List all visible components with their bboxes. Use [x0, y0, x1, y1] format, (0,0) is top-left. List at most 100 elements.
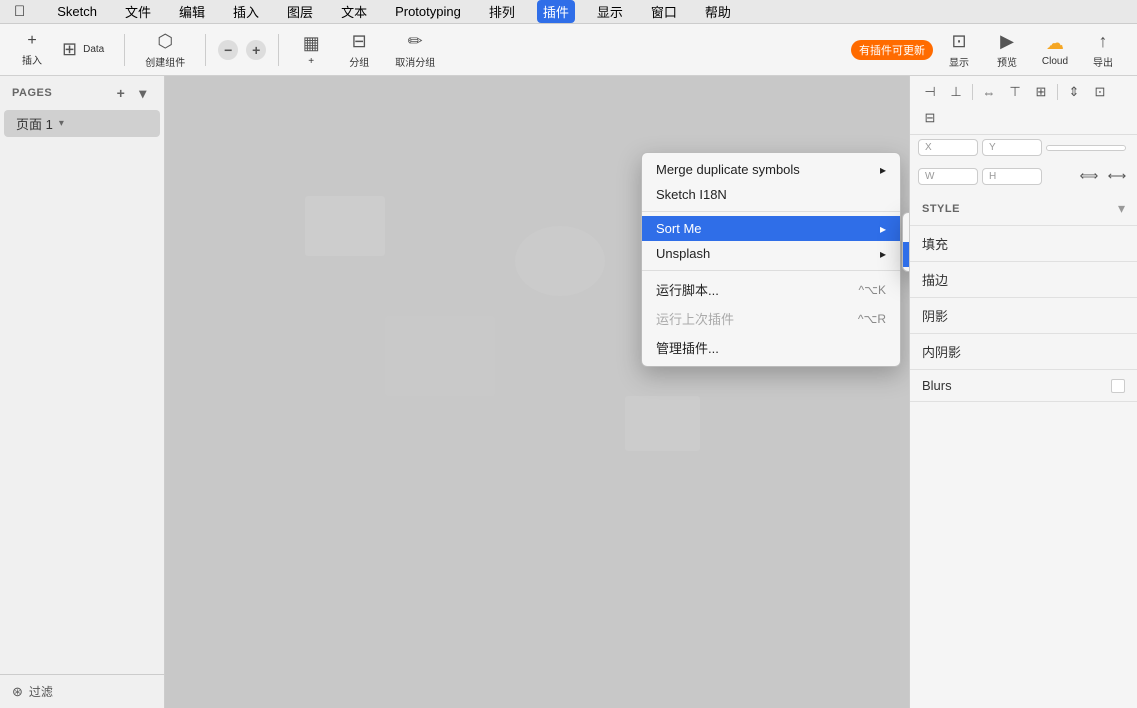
run-script-item[interactable]: 运行脚本... ^⌥K — [642, 275, 900, 304]
run-last-label: 运行上次插件 — [656, 309, 734, 328]
distribute-h-button[interactable]: ⇔ — [977, 80, 1001, 104]
stroke-label: 描边 — [922, 270, 948, 289]
filter-button[interactable]: ⊛ 过滤 — [0, 674, 164, 708]
display-mode-button[interactable]: ⊡ 显示 — [937, 28, 981, 72]
run-last-item: 运行上次插件 ^⌥R — [642, 304, 900, 333]
shadow-section[interactable]: 阴影 — [910, 298, 1137, 334]
toolbar-left-group: + 插入 ⊞ Data — [12, 28, 112, 72]
menubar-layers[interactable]: 图层 — [281, 0, 319, 23]
menubar-prototyping[interactable]: Prototyping — [389, 2, 467, 21]
unsplash-item[interactable]: Unsplash ▸ — [642, 241, 900, 266]
export-label: 导出 — [1093, 54, 1113, 69]
y-input-wrap[interactable]: Y — [982, 139, 1042, 156]
zoom-out-button[interactable]: − — [218, 40, 238, 60]
filter-icon: ⊛ — [12, 684, 23, 700]
data-label: Data — [83, 44, 104, 55]
fill-section[interactable]: 填充 — [910, 226, 1137, 262]
w-input-wrap[interactable]: W — [918, 168, 978, 185]
apple-menu[interactable]:  — [8, 1, 31, 22]
edit-button[interactable]: ✏ 取消分组 — [387, 28, 443, 72]
edit-label: 取消分组 — [395, 54, 435, 69]
sort-z9-a1-item[interactable]: Sort Z9 → A1 ^⇧P — [903, 242, 909, 267]
style-section-header: STYLE ▾ — [910, 192, 1137, 226]
y-label: Y — [989, 142, 996, 153]
zoom-in-button[interactable]: + — [246, 40, 266, 60]
add-page-button[interactable]: + — [112, 84, 130, 102]
run-script-label: 运行脚本... — [656, 280, 719, 299]
arrange-button[interactable]: ▦ + — [291, 28, 331, 72]
h-label: H — [989, 171, 996, 182]
menubar-file[interactable]: 文件 — [119, 0, 157, 23]
extra-coord-wrap[interactable] — [1046, 145, 1126, 151]
flip-v-button[interactable]: ⟷ — [1105, 164, 1129, 188]
menubar-help[interactable]: 帮助 — [699, 0, 737, 23]
run-last-shortcut: ^⌥R — [858, 312, 886, 326]
toolbar: + 插入 ⊞ Data ⬡ 创建组件 − + ▦ + ⊟ 分组 ✏ 取消分组 有… — [0, 24, 1137, 76]
manage-plugins-item[interactable]: 管理插件... — [642, 333, 900, 362]
align-middle-v-button[interactable]: ⊞ — [1029, 80, 1053, 104]
blurs-section[interactable]: Blurs — [910, 370, 1137, 402]
style-expand-icon[interactable]: ▾ — [1118, 200, 1125, 217]
inner-shadow-section[interactable]: 内阴影 — [910, 334, 1137, 370]
pages-header: PAGES + ▾ — [0, 76, 164, 110]
padding-1-button[interactable]: ⊡ — [1088, 80, 1112, 104]
menubar-sketch[interactable]: Sketch — [51, 2, 103, 21]
arrange-icon: ▦ — [303, 33, 320, 54]
collapse-pages-button[interactable]: ▾ — [134, 84, 152, 102]
canvas-area[interactable]: Merge duplicate symbols ▸ Sketch I18N So… — [165, 76, 909, 708]
x-input-wrap[interactable]: X — [918, 139, 978, 156]
insert-button[interactable]: + 插入 — [12, 28, 52, 72]
align-left-button[interactable]: ⊣ — [918, 80, 942, 104]
flip-h-button[interactable]: ⟺ — [1077, 164, 1101, 188]
plugin-menu-container: Merge duplicate symbols ▸ Sketch I18N So… — [641, 152, 901, 367]
main-layout: PAGES + ▾ 页面 1 ▾ ⊛ 过滤 — [0, 76, 1137, 708]
merge-duplicate-symbols-item[interactable]: Merge duplicate symbols ▸ — [642, 157, 900, 182]
component-icon: ⬡ — [157, 31, 173, 52]
data-button[interactable]: ⊞ Data — [54, 28, 112, 72]
unsplash-label: Unsplash — [656, 246, 710, 261]
align-top-button[interactable]: ⊤ — [1003, 80, 1027, 104]
sort-me-item[interactable]: Sort Me ▸ Sort A1 → Z9 ⇧^O Sort Z9 → A1 … — [642, 216, 900, 241]
unarrange-button[interactable]: ⊟ 分组 — [339, 28, 379, 72]
layers-icon: ⊞ — [62, 39, 77, 60]
blurs-label: Blurs — [922, 378, 952, 393]
menubar-plugins[interactable]: 插件 — [537, 0, 575, 23]
page-1-label: 页面 1 — [16, 114, 53, 133]
canvas-shape-3 — [515, 226, 605, 296]
filter-label: 过滤 — [29, 683, 53, 700]
play-icon: ▶ — [1000, 31, 1014, 52]
cloud-icon: ☁ — [1046, 33, 1064, 54]
stroke-section[interactable]: 描边 — [910, 262, 1137, 298]
pages-header-actions: + ▾ — [112, 84, 152, 102]
shadow-label: 阴影 — [922, 306, 948, 325]
separator-1 — [124, 34, 125, 66]
menubar-edit[interactable]: 编辑 — [173, 0, 211, 23]
update-badge[interactable]: 有插件可更新 — [851, 40, 933, 60]
style-title: STYLE — [922, 203, 960, 215]
padding-2-button[interactable]: ⊟ — [918, 106, 942, 130]
page-item-1[interactable]: 页面 1 ▾ — [4, 110, 160, 137]
menubar-text[interactable]: 文本 — [335, 0, 373, 23]
zoom-control: − + — [218, 40, 266, 60]
menubar-display[interactable]: 显示 — [591, 0, 629, 23]
create-component-button[interactable]: ⬡ 创建组件 — [137, 28, 193, 72]
align-center-h-button[interactable]: ⊥ — [944, 80, 968, 104]
pages-title: PAGES — [12, 87, 52, 99]
distribute-v-button[interactable]: ⇕ — [1062, 80, 1086, 104]
insert-label: 插入 — [22, 52, 42, 67]
preview-button[interactable]: ▶ 预览 — [985, 28, 1029, 72]
unsplash-arrow: ▸ — [880, 247, 886, 261]
blurs-checkbox[interactable] — [1111, 379, 1125, 393]
sort-a1-z9-item[interactable]: Sort A1 → Z9 ⇧^O — [903, 217, 909, 242]
cloud-button[interactable]: ☁ Cloud — [1033, 28, 1077, 72]
display-icon: ⊡ — [951, 31, 966, 52]
sketch-i18n-item[interactable]: Sketch I18N — [642, 182, 900, 207]
menubar-window[interactable]: 窗口 — [645, 0, 683, 23]
edit-icon: ✏ — [408, 31, 423, 52]
menubar-arrange[interactable]: 排列 — [483, 0, 521, 23]
canvas-shape-2 — [405, 166, 465, 211]
sort-me-submenu-container: Sort A1 → Z9 ⇧^O Sort Z9 → A1 ^⇧P — [902, 212, 909, 272]
menubar-insert[interactable]: 插入 — [227, 0, 265, 23]
h-input-wrap[interactable]: H — [982, 168, 1042, 185]
export-button[interactable]: ↑ 导出 — [1081, 28, 1125, 72]
